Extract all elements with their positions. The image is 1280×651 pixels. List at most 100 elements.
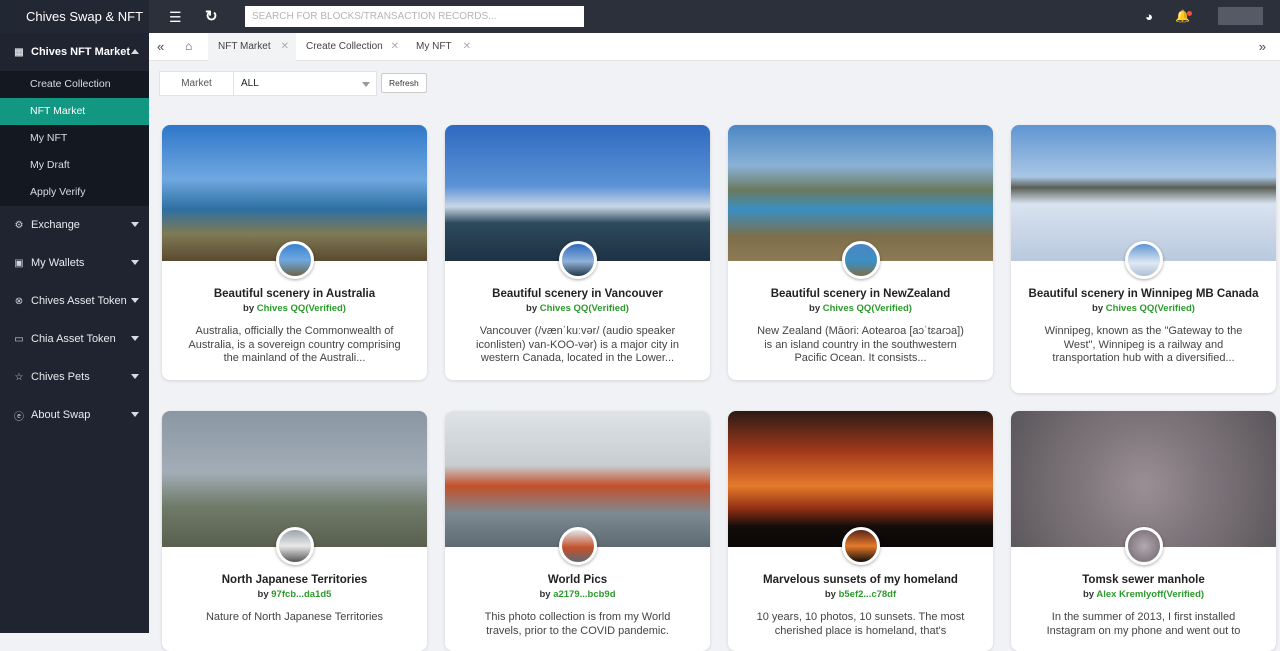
collection-avatar xyxy=(558,241,597,279)
sidebar-group-chives-asset-token[interactable]: ⊗ Chives Asset Token xyxy=(0,282,149,320)
chevrons-left-icon[interactable]: « xyxy=(157,39,164,54)
sidebar-group-chives-pets[interactable]: ☆ Chives Pets xyxy=(0,358,149,396)
collection-author[interactable]: Alex Kremlyoff(Verified) xyxy=(1096,589,1204,600)
tab-label: Create Collection xyxy=(306,41,383,52)
sidebar-group-about-swap[interactable]: ⓔ About Swap xyxy=(0,396,149,434)
close-icon[interactable]: ✕ xyxy=(463,33,471,61)
nft-collection-card[interactable]: Beautiful scenery in Vancouver by Chives… xyxy=(445,125,710,380)
nft-collection-card[interactable]: World Pics by a2179...bcb9d This photo c… xyxy=(445,411,710,651)
collection-author[interactable]: Chives QQ(Verified) xyxy=(823,303,912,314)
chevron-down-icon xyxy=(131,298,139,303)
sidebar-group-label: About Swap xyxy=(31,409,91,421)
nft-collection-card[interactable]: Marvelous sunsets of my homeland by b5ef… xyxy=(728,411,993,651)
chevron-down-icon xyxy=(362,82,370,87)
collection-author[interactable]: b5ef2...c78df xyxy=(839,589,897,600)
search-input[interactable] xyxy=(245,6,584,27)
palette-icon[interactable]: ◕ xyxy=(1145,9,1153,24)
refresh-icon[interactable]: ↻ xyxy=(205,7,218,25)
collection-description: Australia, officially the Commonwealth o… xyxy=(188,325,401,364)
collection-byline: by 97fcb...da1d5 xyxy=(162,589,427,601)
sidebar-item-nft-market[interactable]: NFT Market xyxy=(0,98,149,125)
market-filter: Market ALL Refresh xyxy=(159,71,427,96)
collection-title: North Japanese Territories xyxy=(221,574,368,586)
market-select[interactable]: ALL xyxy=(234,71,377,96)
collection-author[interactable]: Chives QQ(Verified) xyxy=(1106,303,1195,314)
close-icon[interactable]: ✕ xyxy=(391,33,399,61)
chia-token-icon: ▭ xyxy=(14,333,24,345)
chevron-down-icon xyxy=(131,336,139,341)
sidebar-group-chia-asset-token[interactable]: ▭ Chia Asset Token xyxy=(0,320,149,358)
nft-collection-card[interactable]: Tomsk sewer manhole by Alex Kremlyoff(Ve… xyxy=(1011,411,1276,651)
collection-avatar xyxy=(275,241,314,279)
sidebar-item-my-draft[interactable]: My Draft xyxy=(0,152,149,179)
sidebar-group-label: Chives NFT Market xyxy=(31,46,131,58)
collection-byline: by Alex Kremlyoff(Verified) xyxy=(1011,589,1276,601)
collection-title: Beautiful scenery in Winnipeg MB Canada xyxy=(1028,288,1259,300)
refresh-button[interactable]: Refresh xyxy=(381,73,427,93)
sidebar-group-label: Chives Asset Token xyxy=(31,295,127,307)
by-label: by xyxy=(539,589,551,600)
collection-description: Winnipeg, known as the "Gateway to the W… xyxy=(1044,325,1243,364)
chevron-down-icon xyxy=(131,260,139,265)
exchange-icon: ⚙ xyxy=(14,219,24,231)
sidebar-group-nft-market[interactable]: ▦ Chives NFT Market xyxy=(0,33,149,71)
collection-description: Vancouver (/vænˈkuːvər/ (audio speaker i… xyxy=(476,325,679,364)
collection-description: Nature of North Japanese Territories xyxy=(205,611,384,623)
home-icon[interactable]: ⌂ xyxy=(185,39,192,53)
sidebar-group-my-wallets[interactable]: ▣ My Wallets xyxy=(0,244,149,282)
by-label: by xyxy=(243,303,255,314)
nft-collection-card[interactable]: Beautiful scenery in NewZealand by Chive… xyxy=(728,125,993,380)
collection-description: 10 years, 10 photos, 10 sunsets. The mos… xyxy=(756,611,965,637)
collection-avatar xyxy=(841,527,880,565)
top-bar: ☰ ↻ ◕ 🔔 xyxy=(149,0,1280,33)
nft-collection-card[interactable]: Beautiful scenery in Winnipeg MB Canada … xyxy=(1011,125,1276,393)
nft-collection-card[interactable]: Beautiful scenery in Australia by Chives… xyxy=(162,125,427,380)
chevron-down-icon xyxy=(131,222,139,227)
collection-avatar xyxy=(1124,241,1163,279)
close-icon[interactable]: ✕ xyxy=(281,33,289,61)
collection-description: In the summer of 2013, I first installed… xyxy=(1046,611,1241,637)
collection-avatar xyxy=(275,527,314,565)
chevron-down-icon xyxy=(131,374,139,379)
collection-title: World Pics xyxy=(547,574,608,586)
sidebar-group-label: Exchange xyxy=(31,219,80,231)
menu-toggle-icon[interactable]: ☰ xyxy=(169,9,182,26)
sidebar-item-create-collection[interactable]: Create Collection xyxy=(0,71,149,98)
collection-author[interactable]: 97fcb...da1d5 xyxy=(271,589,331,600)
tab-my-nft[interactable]: My NFT ✕ xyxy=(406,33,478,61)
wallet-icon: ▣ xyxy=(14,257,24,269)
collection-author[interactable]: Chives QQ(Verified) xyxy=(540,303,629,314)
by-label: by xyxy=(1092,303,1104,314)
collection-avatar xyxy=(841,241,880,279)
collection-title: Tomsk sewer manhole xyxy=(1082,574,1205,586)
sidebar-submenu: Create Collection NFT Market My NFT My D… xyxy=(0,71,149,206)
sidebar-group-label: Chia Asset Token xyxy=(31,333,116,345)
by-label: by xyxy=(824,589,836,600)
star-icon: ☆ xyxy=(14,371,24,383)
collection-byline: by Chives QQ(Verified) xyxy=(1011,303,1276,315)
chevrons-right-icon[interactable]: » xyxy=(1259,39,1266,54)
collection-description: This photo collection is from my World t… xyxy=(484,611,671,637)
by-label: by xyxy=(257,589,269,600)
token-icon: ⊗ xyxy=(14,295,24,307)
info-icon: ⓔ xyxy=(14,411,24,423)
by-label: by xyxy=(809,303,821,314)
user-avatar[interactable] xyxy=(1218,7,1263,25)
collection-byline: by Chives QQ(Verified) xyxy=(445,303,710,315)
sidebar-group-label: Chives Pets xyxy=(31,371,90,383)
sidebar-item-my-nft[interactable]: My NFT xyxy=(0,125,149,152)
collection-author[interactable]: Chives QQ(Verified) xyxy=(257,303,346,314)
nft-collection-card[interactable]: North Japanese Territories by 97fcb...da… xyxy=(162,411,427,651)
sidebar-group-exchange[interactable]: ⚙ Exchange xyxy=(0,206,149,244)
collection-byline: by a2179...bcb9d xyxy=(445,589,710,601)
filter-label: Market xyxy=(159,71,234,96)
tab-nft-market[interactable]: NFT Market ✕ xyxy=(208,33,296,61)
sidebar-item-apply-verify[interactable]: Apply Verify xyxy=(0,179,149,206)
collection-author[interactable]: a2179...bcb9d xyxy=(553,589,615,600)
market-select-value: ALL xyxy=(241,78,259,89)
tab-create-collection[interactable]: Create Collection ✕ xyxy=(296,33,406,61)
collection-title: Marvelous sunsets of my homeland xyxy=(763,574,958,586)
collection-byline: by Chives QQ(Verified) xyxy=(162,303,427,315)
chevron-up-icon xyxy=(131,49,139,54)
collection-title: Beautiful scenery in Australia xyxy=(213,288,376,300)
